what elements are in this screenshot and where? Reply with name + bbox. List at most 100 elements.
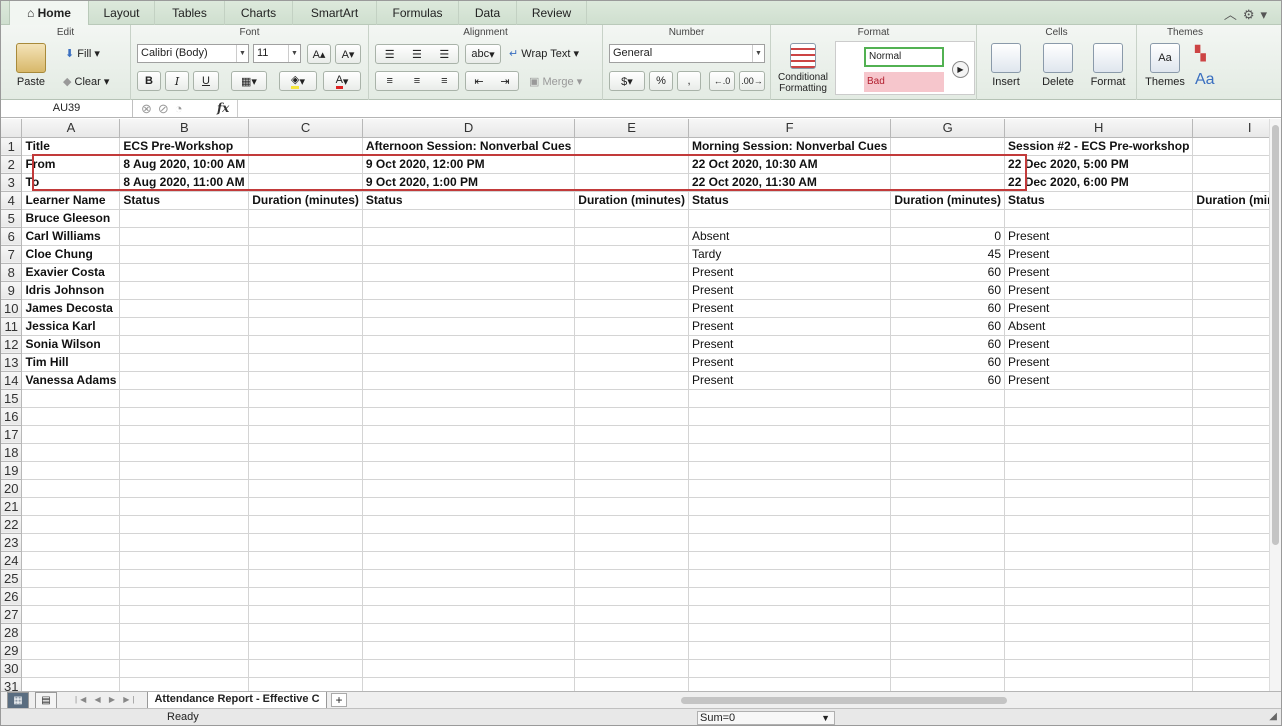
cell[interactable] — [1004, 209, 1194, 228]
cell[interactable]: Duration (minutes) — [890, 191, 1006, 210]
cell[interactable] — [688, 389, 892, 408]
horizontal-align-group[interactable]: ≡ ≡ ≡ — [375, 71, 459, 91]
cell[interactable] — [119, 227, 250, 246]
cell[interactable] — [890, 569, 1006, 588]
row-header[interactable]: 20 — [1, 479, 23, 498]
cell[interactable]: Duration (minutes) — [1192, 191, 1269, 210]
cell[interactable]: Tardy — [688, 245, 892, 264]
cell[interactable]: Present — [688, 281, 892, 300]
cell[interactable] — [574, 551, 689, 570]
cell[interactable]: Present — [688, 353, 892, 372]
row-header[interactable]: 9 — [1, 281, 23, 300]
cell[interactable] — [574, 659, 689, 678]
cell[interactable] — [1004, 551, 1194, 570]
cell[interactable] — [248, 299, 363, 318]
cell[interactable]: Status — [688, 191, 892, 210]
cell[interactable] — [248, 281, 363, 300]
row-header[interactable]: 1 — [1, 137, 23, 156]
cell[interactable]: Title — [21, 137, 121, 156]
font-color-button[interactable]: A ▾ — [323, 71, 361, 91]
cell[interactable] — [1192, 677, 1269, 691]
cell[interactable] — [119, 533, 250, 552]
cell[interactable] — [1004, 425, 1194, 444]
column-header[interactable]: D — [362, 119, 576, 138]
cell[interactable] — [119, 677, 250, 691]
cell[interactable]: Duration (minutes) — [248, 191, 363, 210]
cell[interactable] — [890, 659, 1006, 678]
cell[interactable]: Present — [688, 299, 892, 318]
vertical-scrollbar[interactable] — [1269, 119, 1281, 691]
cell[interactable] — [119, 299, 250, 318]
cell[interactable] — [890, 137, 1006, 156]
cell[interactable] — [248, 389, 363, 408]
cell[interactable] — [362, 587, 576, 606]
cell[interactable] — [362, 461, 576, 480]
cell[interactable] — [119, 623, 250, 642]
cell[interactable] — [890, 155, 1006, 174]
cell[interactable] — [890, 209, 1006, 228]
row-header[interactable]: 12 — [1, 335, 23, 354]
cell[interactable] — [119, 569, 250, 588]
cell[interactable] — [362, 443, 576, 462]
cell[interactable] — [119, 515, 250, 534]
cell[interactable]: Status — [119, 191, 250, 210]
style-bad[interactable]: Bad — [864, 72, 944, 92]
bold-button[interactable]: B — [137, 71, 161, 91]
cell[interactable] — [1004, 479, 1194, 498]
cell[interactable] — [574, 605, 689, 624]
cell[interactable] — [362, 407, 576, 426]
cell[interactable] — [688, 659, 892, 678]
cell[interactable] — [21, 515, 121, 534]
cell[interactable] — [248, 641, 363, 660]
column-header[interactable]: G — [890, 119, 1006, 138]
row-header[interactable]: 21 — [1, 497, 23, 516]
tab-tables[interactable]: Tables — [155, 1, 225, 25]
cell[interactable]: Afternoon Session: Nonverbal Cues — [362, 137, 576, 156]
cell[interactable] — [21, 407, 121, 426]
cell[interactable] — [21, 497, 121, 516]
cell[interactable] — [574, 515, 689, 534]
cell[interactable] — [248, 155, 363, 174]
column-header[interactable]: H — [1004, 119, 1194, 138]
cell[interactable]: 60 — [1192, 227, 1269, 246]
cell[interactable] — [574, 443, 689, 462]
cell[interactable]: Present — [688, 335, 892, 354]
cell[interactable]: Status — [362, 191, 576, 210]
cell[interactable] — [1192, 605, 1269, 624]
cell[interactable] — [119, 479, 250, 498]
cell[interactable] — [119, 209, 250, 228]
cell[interactable]: 60 — [1192, 245, 1269, 264]
cell[interactable]: Duration (minutes) — [574, 191, 689, 210]
cell[interactable] — [1192, 533, 1269, 552]
cell[interactable]: 22 Oct 2020, 10:30 AM — [688, 155, 892, 174]
cell[interactable] — [21, 605, 121, 624]
row-header[interactable]: 16 — [1, 407, 23, 426]
row-header[interactable]: 7 — [1, 245, 23, 264]
cell[interactable] — [21, 533, 121, 552]
formula-input[interactable] — [237, 100, 1267, 117]
add-sheet-button[interactable]: + — [331, 693, 347, 707]
cell[interactable] — [248, 515, 363, 534]
cell[interactable]: Bruce Gleeson — [21, 209, 121, 228]
cell[interactable] — [574, 353, 689, 372]
cell[interactable]: 45 — [890, 245, 1006, 264]
cell[interactable] — [1004, 569, 1194, 588]
cell[interactable] — [248, 443, 363, 462]
cell[interactable] — [1192, 407, 1269, 426]
cell[interactable] — [362, 551, 576, 570]
sum-dropdown[interactable]: Sum=0 ▼ — [697, 711, 835, 725]
cell[interactable] — [248, 173, 363, 192]
cell[interactable] — [574, 173, 689, 192]
sheet-tab-attendance[interactable]: Attendance Report - Effective C — [147, 692, 327, 709]
cell[interactable] — [362, 479, 576, 498]
cell[interactable] — [248, 605, 363, 624]
cell[interactable] — [890, 425, 1006, 444]
cell[interactable] — [688, 443, 892, 462]
cell[interactable] — [248, 407, 363, 426]
cell[interactable] — [119, 371, 250, 390]
cell[interactable] — [688, 605, 892, 624]
row-header[interactable]: 11 — [1, 317, 23, 336]
cell[interactable] — [1004, 461, 1194, 480]
cell[interactable]: 60 — [890, 263, 1006, 282]
cell[interactable] — [574, 497, 689, 516]
